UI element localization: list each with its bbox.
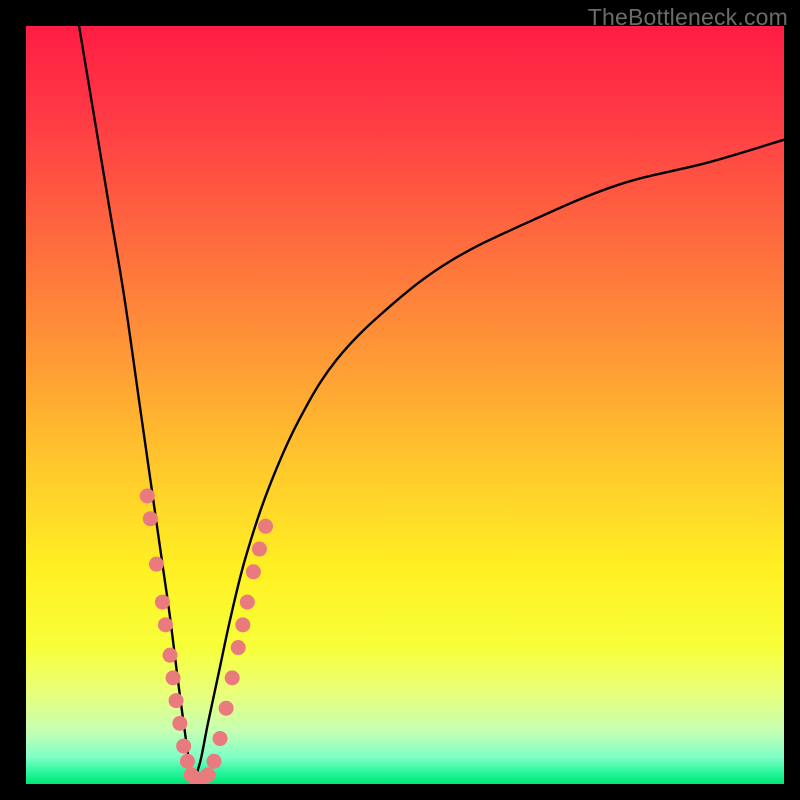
dot bbox=[163, 648, 178, 663]
dot bbox=[200, 767, 215, 782]
dot bbox=[240, 595, 255, 610]
dot bbox=[231, 640, 246, 655]
dot bbox=[206, 754, 221, 769]
dot bbox=[149, 557, 164, 572]
dot bbox=[140, 488, 155, 503]
dot bbox=[172, 716, 187, 731]
dot bbox=[225, 670, 240, 685]
dot bbox=[158, 617, 173, 632]
dot bbox=[169, 693, 184, 708]
dot bbox=[246, 564, 261, 579]
dot bbox=[219, 701, 234, 716]
chart-frame: TheBottleneck.com bbox=[0, 0, 800, 800]
dot bbox=[252, 542, 267, 557]
dot bbox=[155, 595, 170, 610]
curve-left-branch bbox=[79, 26, 193, 784]
dot bbox=[180, 754, 195, 769]
dot bbox=[176, 739, 191, 754]
dot bbox=[258, 519, 273, 534]
curve-right-branch bbox=[193, 140, 784, 784]
dot bbox=[166, 670, 181, 685]
watermark-text: TheBottleneck.com bbox=[588, 4, 788, 31]
dot bbox=[143, 511, 158, 526]
plot-area bbox=[26, 26, 784, 784]
dot bbox=[235, 617, 250, 632]
dot bbox=[213, 731, 228, 746]
curves-layer bbox=[26, 26, 784, 784]
